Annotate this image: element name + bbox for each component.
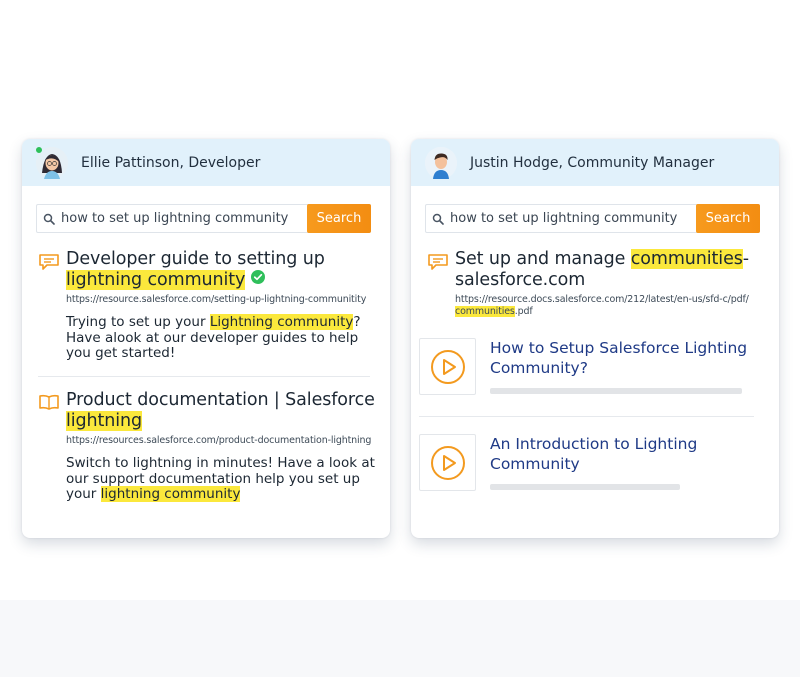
result-snippet: Switch to lightning in minutes! Have a l…	[66, 455, 375, 502]
user-name: Ellie Pattinson, Developer	[81, 154, 261, 171]
search-result[interactable]: Set up and manage communities-salesforce…	[427, 249, 767, 318]
avatar	[35, 145, 68, 179]
search-icon	[426, 205, 450, 232]
search-result[interactable]: Product documentation | Salesforce light…	[38, 390, 378, 503]
video-title[interactable]: How to Setup Salesforce Lighting Communi…	[490, 338, 760, 378]
chat-bubble-icon	[427, 253, 449, 276]
background-band	[0, 600, 800, 677]
chat-bubble-icon	[38, 253, 60, 276]
video-title[interactable]: An Introduction to Lighting Community	[490, 434, 760, 474]
result-title[interactable]: Product documentation | Salesforce light…	[66, 390, 378, 432]
play-icon	[430, 349, 465, 384]
search-result[interactable]: Developer guide to setting up lightning …	[38, 249, 378, 362]
community-manager-search-panel: Justin Hodge, Community Manager how to s…	[411, 139, 779, 538]
man-avatar-icon	[425, 146, 457, 179]
video-result[interactable]: An Introduction to Lighting Community	[419, 434, 759, 494]
video-thumbnail[interactable]	[419, 338, 476, 395]
search-button[interactable]: Search	[307, 204, 371, 233]
divider	[38, 376, 370, 377]
developer-search-panel: Ellie Pattinson, Developer how to set up…	[22, 139, 390, 538]
video-result[interactable]: How to Setup Salesforce Lighting Communi…	[419, 338, 759, 398]
search-input[interactable]: how to set up lightning community	[450, 205, 696, 232]
online-status-dot	[35, 145, 43, 154]
video-description-placeholder	[490, 388, 742, 394]
result-url[interactable]: https://resource.docs.salesforce.com/212…	[455, 294, 767, 318]
result-url[interactable]: https://resource.salesforce.com/setting-…	[66, 294, 378, 306]
result-url[interactable]: https://resources.salesforce.com/product…	[66, 435, 378, 447]
user-name: Justin Hodge, Community Manager	[470, 154, 715, 171]
divider	[419, 416, 754, 417]
result-snippet: Trying to set up your Lightning communit…	[66, 314, 361, 361]
result-title[interactable]: Developer guide to setting up lightning …	[66, 249, 378, 291]
search-bar: how to set up lightning community Search	[36, 204, 371, 233]
avatar	[425, 146, 457, 179]
video-description-placeholder	[490, 484, 680, 490]
search-bar: how to set up lightning community Search	[425, 204, 760, 233]
search-icon	[37, 205, 61, 232]
search-input[interactable]: how to set up lightning community	[61, 205, 307, 232]
panel-header: Justin Hodge, Community Manager	[411, 139, 779, 186]
verified-check-icon	[251, 270, 266, 284]
result-title[interactable]: Set up and manage communities-salesforce…	[455, 249, 767, 291]
play-icon	[430, 445, 465, 480]
video-thumbnail[interactable]	[419, 434, 476, 491]
panel-header: Ellie Pattinson, Developer	[22, 139, 390, 186]
book-icon	[38, 394, 60, 415]
search-button[interactable]: Search	[696, 204, 760, 233]
